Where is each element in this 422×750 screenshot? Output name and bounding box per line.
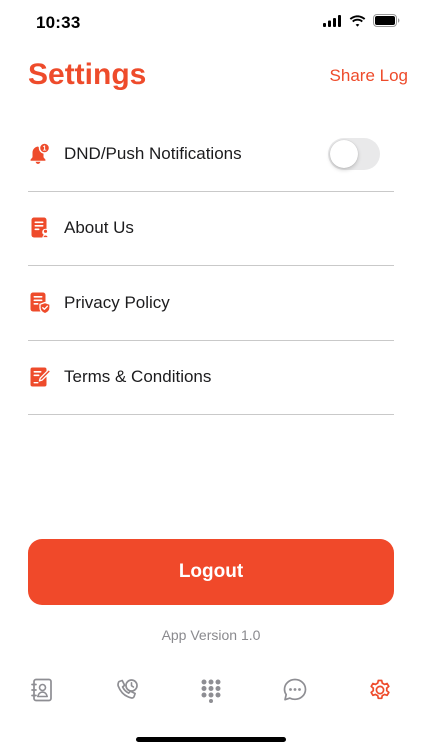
toggle-knob (330, 140, 358, 168)
tab-bar (0, 672, 422, 712)
tab-settings[interactable] (338, 672, 422, 712)
app-version: App Version 1.0 (161, 627, 261, 643)
settings-item-label: DND/Push Notifications (64, 143, 242, 163)
status-icons (323, 14, 400, 32)
dialpad-icon (198, 677, 224, 708)
status-time: 10:33 (36, 13, 81, 32)
settings-item-dnd-push-notifications[interactable]: 1 DND/Push Notifications (28, 117, 394, 192)
page-title: Settings (28, 58, 147, 91)
settings-item-label: About Us (64, 218, 134, 238)
header: Settings Share Log (0, 58, 422, 98)
phone-clock-icon (114, 677, 140, 708)
tab-messages[interactable] (253, 672, 337, 712)
settings-item-label: Privacy Policy (64, 292, 170, 312)
contacts-book-icon (29, 677, 55, 708)
document-edit-icon (28, 365, 52, 389)
battery-icon (373, 14, 400, 32)
home-indicator (136, 737, 286, 742)
gear-icon (367, 677, 393, 708)
settings-item-about-us[interactable]: About Us (28, 192, 394, 266)
svg-text:1: 1 (43, 145, 47, 152)
tab-call-history[interactable] (85, 672, 169, 712)
settings-item-terms-conditions[interactable]: Terms & Conditions (28, 341, 394, 415)
settings-item-privacy-policy[interactable]: Privacy Policy (28, 266, 394, 341)
share-log-button[interactable]: Share Log (330, 66, 408, 86)
tab-dialpad[interactable] (169, 672, 253, 712)
document-shield-icon (28, 291, 52, 315)
settings-list: 1 DND/Push Notifications About Us Privac… (28, 117, 394, 415)
cellular-signal-icon (323, 14, 342, 32)
bell-badge-icon: 1 (28, 142, 52, 166)
dnd-push-toggle[interactable] (328, 138, 380, 170)
wifi-icon (349, 14, 366, 32)
settings-item-label: Terms & Conditions (64, 367, 212, 387)
status-bar: 10:33 (0, 0, 422, 44)
chat-bubble-icon (282, 677, 308, 708)
tab-contacts[interactable] (0, 672, 84, 712)
document-user-icon (28, 216, 52, 240)
logout-button[interactable]: Logout (28, 539, 394, 605)
